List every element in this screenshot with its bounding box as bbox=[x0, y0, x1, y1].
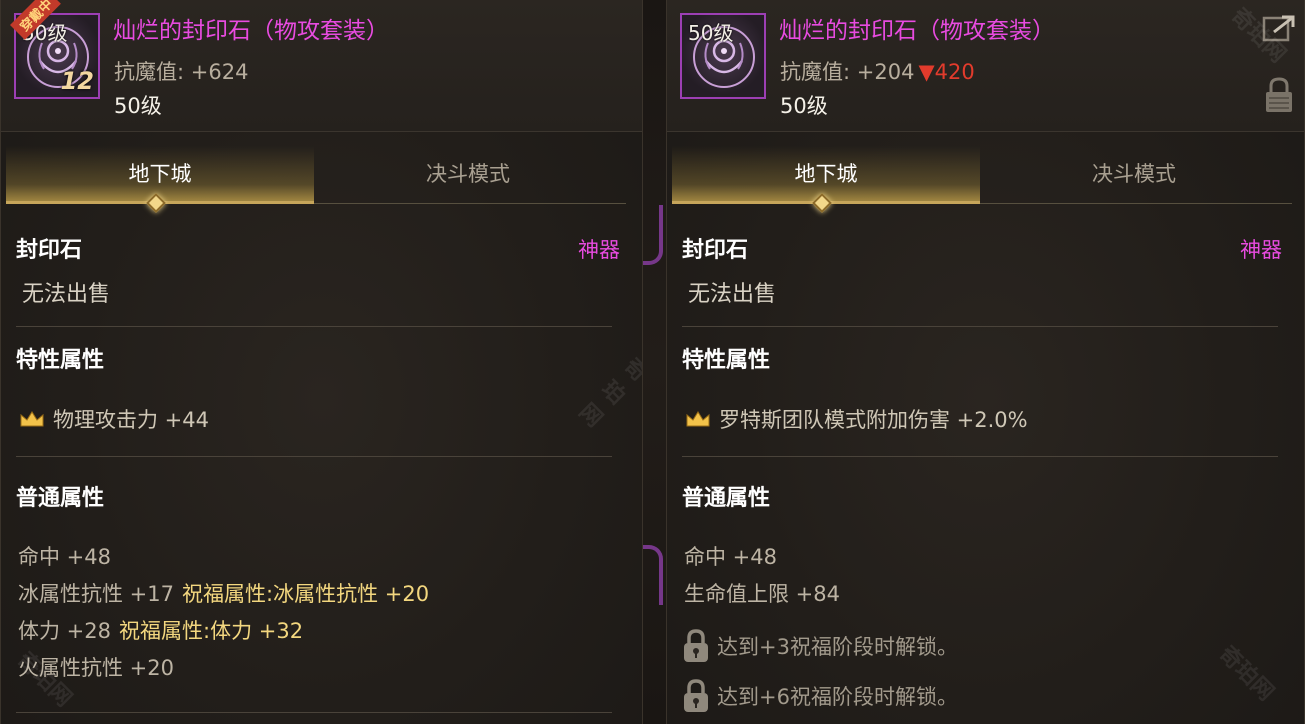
trait-line: 罗特斯团队模式附加伤害 +2.0% bbox=[685, 404, 1028, 434]
attr-line: 命中 +48 bbox=[18, 541, 111, 571]
trait-text: 罗特斯团队模式附加伤害 +2.0% bbox=[719, 408, 1028, 432]
attr-text: 体力 +28 bbox=[18, 619, 111, 643]
locked-bless-line: 达到+6祝福阶段时解锁。 bbox=[681, 678, 958, 714]
lock-icon[interactable] bbox=[1264, 76, 1294, 114]
comparison-view: 50级 穿戴中 12 灿烂的封印石（物攻套装） 抗魔值: +624 50级 地下… bbox=[0, 0, 1305, 724]
item-header: 50级 灿烂的封印石（物攻套装） 抗魔值: +204 ▼420 50级 bbox=[667, 0, 1304, 132]
item-level: 50级 bbox=[114, 94, 162, 118]
attr-line: 命中 +48 bbox=[684, 541, 777, 571]
attr-text: 冰属性抗性 +17 bbox=[18, 582, 174, 606]
magic-resist-line: 抗魔值: +624 bbox=[114, 56, 248, 86]
crown-icon bbox=[686, 411, 710, 427]
watermark: 奇珀网 bbox=[1214, 641, 1279, 706]
item-level: 50级 bbox=[780, 94, 828, 118]
trait-line: 物理攻击力 +44 bbox=[19, 404, 209, 434]
rarity-label: 神器 bbox=[578, 238, 620, 262]
bless-attr: 祝福属性:体力 +32 bbox=[119, 619, 304, 643]
tab-dungeon[interactable]: 地下城 bbox=[6, 146, 314, 204]
divider bbox=[16, 456, 612, 457]
crown-icon bbox=[20, 411, 44, 427]
stat-label: 抗魔值: bbox=[114, 60, 185, 84]
attr-text: 命中 +48 bbox=[18, 545, 111, 569]
attr-line: 体力 +28 祝福属性:体力 +32 bbox=[18, 615, 303, 645]
trait-text: 物理攻击力 +44 bbox=[53, 408, 209, 432]
item-icon[interactable]: 50级 bbox=[680, 13, 766, 99]
padlock-icon bbox=[684, 629, 708, 662]
item-tooltip-compare: 50级 灿烂的封印石（物攻套装） 抗魔值: +204▼420 50级 地下城 bbox=[666, 0, 1305, 724]
item-name: 灿烂的封印石（物攻套装） bbox=[779, 18, 1055, 44]
divider bbox=[16, 326, 612, 327]
locked-text: 达到+3祝福阶段时解锁。 bbox=[717, 635, 958, 659]
trait-title: 特性属性 bbox=[682, 348, 771, 373]
rarity-label: 神器 bbox=[1240, 238, 1282, 262]
divider bbox=[682, 456, 1278, 457]
attr-text: 命中 +48 bbox=[684, 545, 777, 569]
mode-tabs: 地下城 决斗模式 bbox=[672, 146, 1292, 213]
stat-value: +624 bbox=[190, 60, 249, 84]
magic-resist-line: 抗魔值: +204 ▼420 bbox=[780, 56, 975, 86]
item-tooltip-equipped: 50级 穿戴中 12 灿烂的封印石（物攻套装） 抗魔值: +624 50级 地下… bbox=[0, 0, 643, 724]
common-title: 普通属性 bbox=[16, 486, 105, 511]
attr-line: 生命值上限 +84 bbox=[684, 578, 840, 608]
enhance-level: 12 bbox=[60, 67, 94, 95]
icon-level: 50级 bbox=[688, 21, 734, 45]
locked-bless-line: 达到+3祝福阶段时解锁。 bbox=[681, 628, 958, 664]
padlock-icon bbox=[684, 679, 708, 712]
tab-dungeon[interactable]: 地下城 bbox=[672, 146, 980, 204]
locked-text: 达到+6祝福阶段时解锁。 bbox=[717, 685, 958, 709]
stat-label: 抗魔值: bbox=[780, 60, 851, 84]
trait-title: 特性属性 bbox=[16, 348, 105, 373]
divider bbox=[682, 326, 1278, 327]
divider bbox=[16, 712, 612, 713]
mode-tabs: 地下城 决斗模式 bbox=[6, 146, 626, 213]
bless-attr: 祝福属性:冰属性抗性 +20 bbox=[182, 582, 430, 606]
attr-text: 生命值上限 +84 bbox=[684, 582, 840, 606]
watermark: 奇珀网 bbox=[573, 353, 643, 433]
stat-value: +204 bbox=[856, 60, 915, 84]
attr-line: 冰属性抗性 +17 祝福属性:冰属性抗性 +20 bbox=[18, 578, 429, 608]
stat-delta: ▼420 bbox=[918, 60, 975, 84]
panel-gap bbox=[643, 0, 666, 724]
cannot-sell-note: 无法出售 bbox=[22, 282, 111, 307]
tab-pvp[interactable]: 决斗模式 bbox=[980, 146, 1288, 204]
item-icon[interactable]: 50级 穿戴中 12 bbox=[10, 0, 100, 99]
cannot-sell-note: 无法出售 bbox=[688, 282, 777, 307]
tab-pvp[interactable]: 决斗模式 bbox=[314, 146, 622, 204]
item-name: 灿烂的封印石（物攻套装） bbox=[113, 18, 389, 44]
item-category: 封印石 bbox=[16, 238, 83, 263]
item-header: 50级 穿戴中 12 灿烂的封印石（物攻套装） 抗魔值: +624 50级 bbox=[1, 0, 642, 132]
item-category: 封印石 bbox=[682, 238, 749, 263]
common-title: 普通属性 bbox=[682, 486, 771, 511]
